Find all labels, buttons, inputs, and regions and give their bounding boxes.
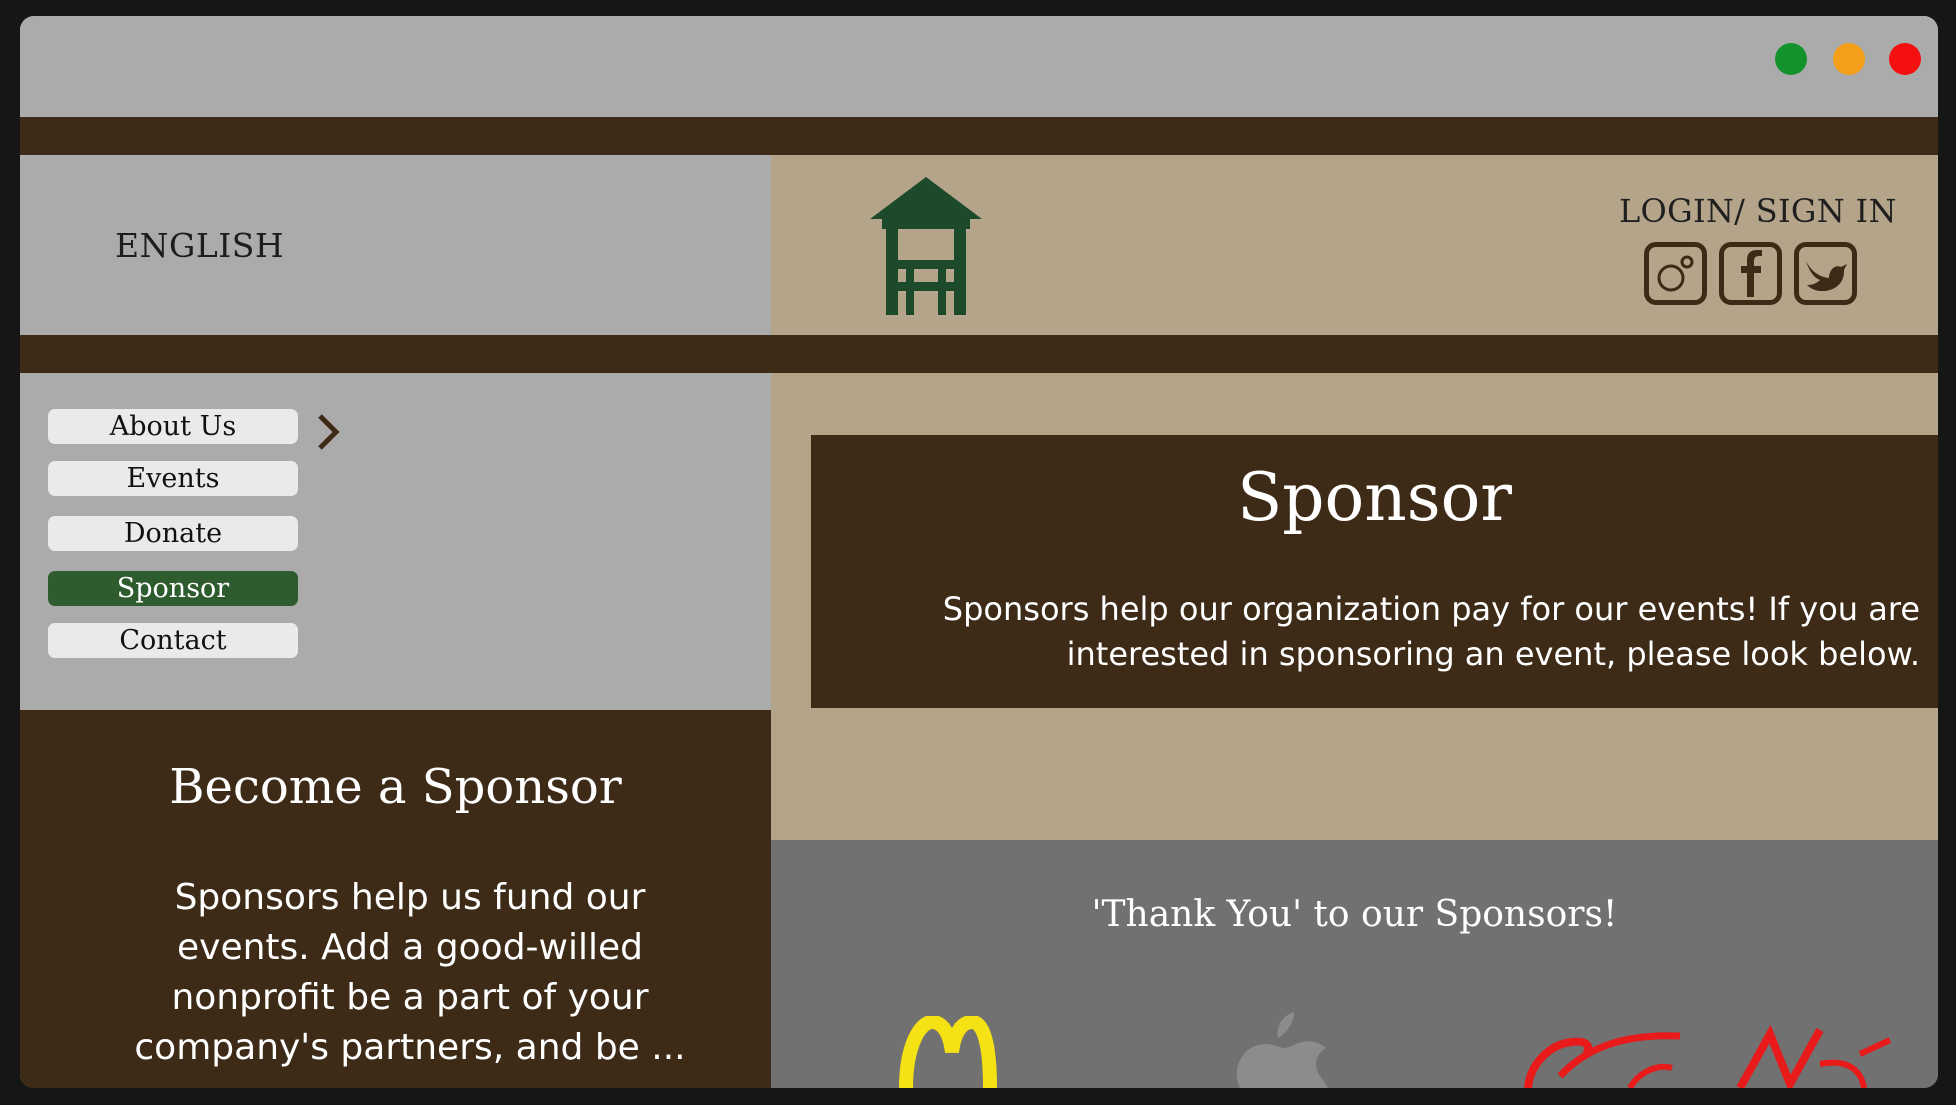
chevron-right-icon[interactable] — [314, 412, 342, 452]
top-band — [20, 117, 1938, 155]
nav-item-events[interactable]: Events — [48, 461, 298, 496]
become-sponsor-title: Become a Sponsor — [169, 759, 622, 815]
login-link[interactable]: LOGIN/ SIGN IN — [1619, 192, 1897, 230]
instagram-icon — [1657, 255, 1694, 292]
golden-arches-logo[interactable] — [898, 1016, 998, 1088]
facebook-icon — [1741, 250, 1762, 297]
maximize-button[interactable] — [1775, 43, 1807, 75]
title-bar — [20, 16, 1938, 117]
twitter-icon — [1806, 261, 1847, 292]
page-title: Sponsor — [1237, 459, 1512, 536]
nav-item-donate[interactable]: Donate — [48, 516, 298, 551]
red-script-logo[interactable] — [1520, 1024, 1900, 1088]
watchtower-icon[interactable] — [870, 177, 982, 315]
language-selector[interactable]: ENGLISH — [115, 226, 284, 265]
sponsor-description: Sponsors help our organization pay for o… — [942, 590, 1920, 673]
instagram-button[interactable] — [1644, 242, 1707, 305]
minimize-button[interactable] — [1833, 43, 1865, 75]
sidebar-nav: About Us Events Donate Sponsor Contact — [20, 373, 771, 710]
middle-band — [20, 335, 1938, 373]
nav-item-contact[interactable]: Contact — [48, 623, 298, 658]
close-button[interactable] — [1889, 43, 1921, 75]
apple-logo[interactable] — [1218, 1004, 1348, 1088]
nav-item-about-us[interactable]: About Us — [48, 409, 298, 444]
twitter-button[interactable] — [1794, 242, 1857, 305]
nav-item-sponsor[interactable]: Sponsor — [48, 571, 298, 606]
sponsors-heading: 'Thank You' to our Sponsors! — [1091, 894, 1618, 935]
become-sponsor-text: Sponsors help us fund our events. Add a … — [134, 877, 686, 1068]
browser-window: ENGLISH LOGIN/ SIGN IN About Us Events D… — [20, 16, 1938, 1088]
facebook-button[interactable] — [1719, 242, 1782, 305]
